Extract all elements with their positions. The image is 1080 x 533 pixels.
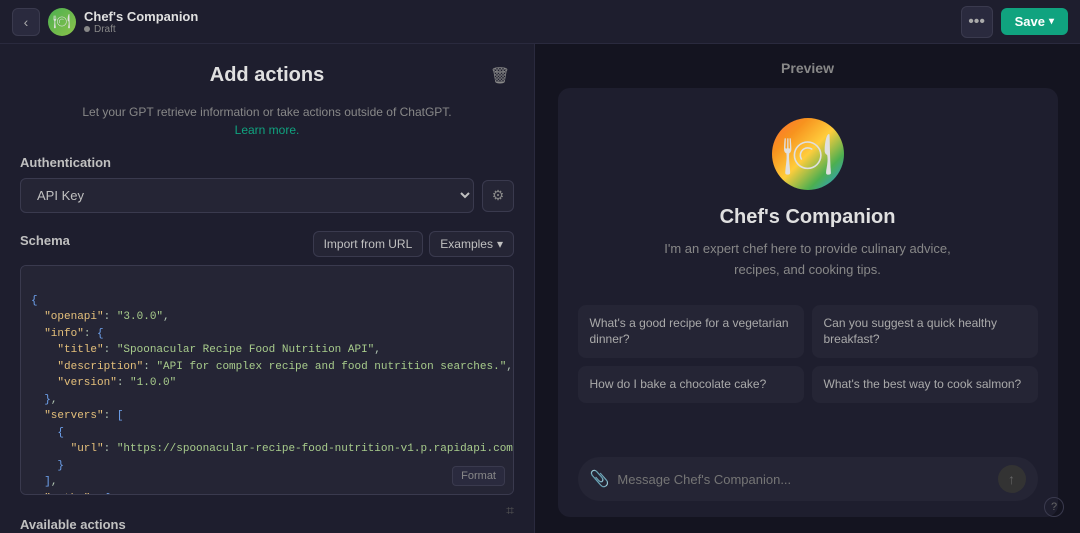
suggestion-card-1[interactable]: Can you suggest a quick healthy breakfas… xyxy=(812,305,1038,359)
save-button[interactable]: Save ▾ xyxy=(1001,8,1068,35)
examples-chevron-icon: ▾ xyxy=(497,237,503,251)
top-nav: ‹ 🍽 Chef's Companion Draft ••• Save ▾ xyxy=(0,0,1080,44)
learn-more-link[interactable]: Learn more. xyxy=(235,123,300,137)
right-panel: Preview 🍽 Chef's Companion I'm an expert… xyxy=(535,44,1080,533)
delete-button[interactable]: 🗑 xyxy=(486,62,514,90)
add-actions-subtitle: Let your GPT retrieve information or tak… xyxy=(20,103,514,139)
schema-editor[interactable]: { "openapi": "3.0.0", "info": { "title":… xyxy=(20,265,514,495)
gpt-name: Chef's Companion xyxy=(84,9,198,24)
left-panel: Add actions 🗑 Let your GPT retrieve info… xyxy=(0,44,535,533)
chef-name: Chef's Companion xyxy=(720,206,896,229)
schema-resize-handle[interactable]: ⌗ xyxy=(20,503,514,517)
chat-input-row: 📎 ↑ xyxy=(578,457,1038,501)
nav-back-button[interactable]: ‹ xyxy=(12,8,40,36)
chat-input[interactable] xyxy=(617,472,989,487)
attach-button[interactable]: 📎 xyxy=(590,469,610,489)
gpt-status: Draft xyxy=(84,24,198,35)
add-actions-header: Add actions 🗑 xyxy=(20,64,514,87)
chef-avatar: 🍽 xyxy=(772,118,844,190)
suggestion-card-0[interactable]: What's a good recipe for a vegetarian di… xyxy=(578,305,804,359)
authentication-row: API Key ⚙ xyxy=(20,178,514,213)
auth-gear-button[interactable]: ⚙ xyxy=(482,180,514,212)
suggestion-grid: What's a good recipe for a vegetarian di… xyxy=(578,305,1038,403)
suggestion-card-3[interactable]: What's the best way to cook salmon? xyxy=(812,366,1038,403)
schema-label: Schema xyxy=(20,233,70,248)
gpt-info: Chef's Companion Draft xyxy=(84,9,198,35)
preview-title: Preview xyxy=(781,60,834,76)
chef-description: I'm an expert chef here to provide culin… xyxy=(658,239,958,281)
main-layout: Add actions 🗑 Let your GPT retrieve info… xyxy=(0,44,1080,533)
add-actions-title: Add actions xyxy=(20,64,514,87)
import-url-button[interactable]: Import from URL xyxy=(313,231,424,257)
send-button[interactable]: ↑ xyxy=(998,465,1026,493)
draft-dot xyxy=(84,26,90,32)
examples-button[interactable]: Examples ▾ xyxy=(429,231,514,257)
more-button[interactable]: ••• xyxy=(961,6,993,38)
gpt-avatar: 🍽 xyxy=(48,8,76,36)
preview-card: 🍽 Chef's Companion I'm an expert chef he… xyxy=(558,88,1058,517)
save-chevron-icon: ▾ xyxy=(1049,16,1054,27)
help-icon[interactable]: ? xyxy=(1044,497,1064,517)
auth-select[interactable]: API Key xyxy=(20,178,474,213)
schema-row: Schema Import from URL Examples ▾ xyxy=(20,231,514,257)
schema-actions: Import from URL Examples ▾ xyxy=(313,231,514,257)
suggestion-card-2[interactable]: How do I bake a chocolate cake? xyxy=(578,366,804,403)
available-actions-title: Available actions xyxy=(20,517,514,532)
format-button[interactable]: Format xyxy=(452,466,505,486)
authentication-label: Authentication xyxy=(20,155,514,170)
